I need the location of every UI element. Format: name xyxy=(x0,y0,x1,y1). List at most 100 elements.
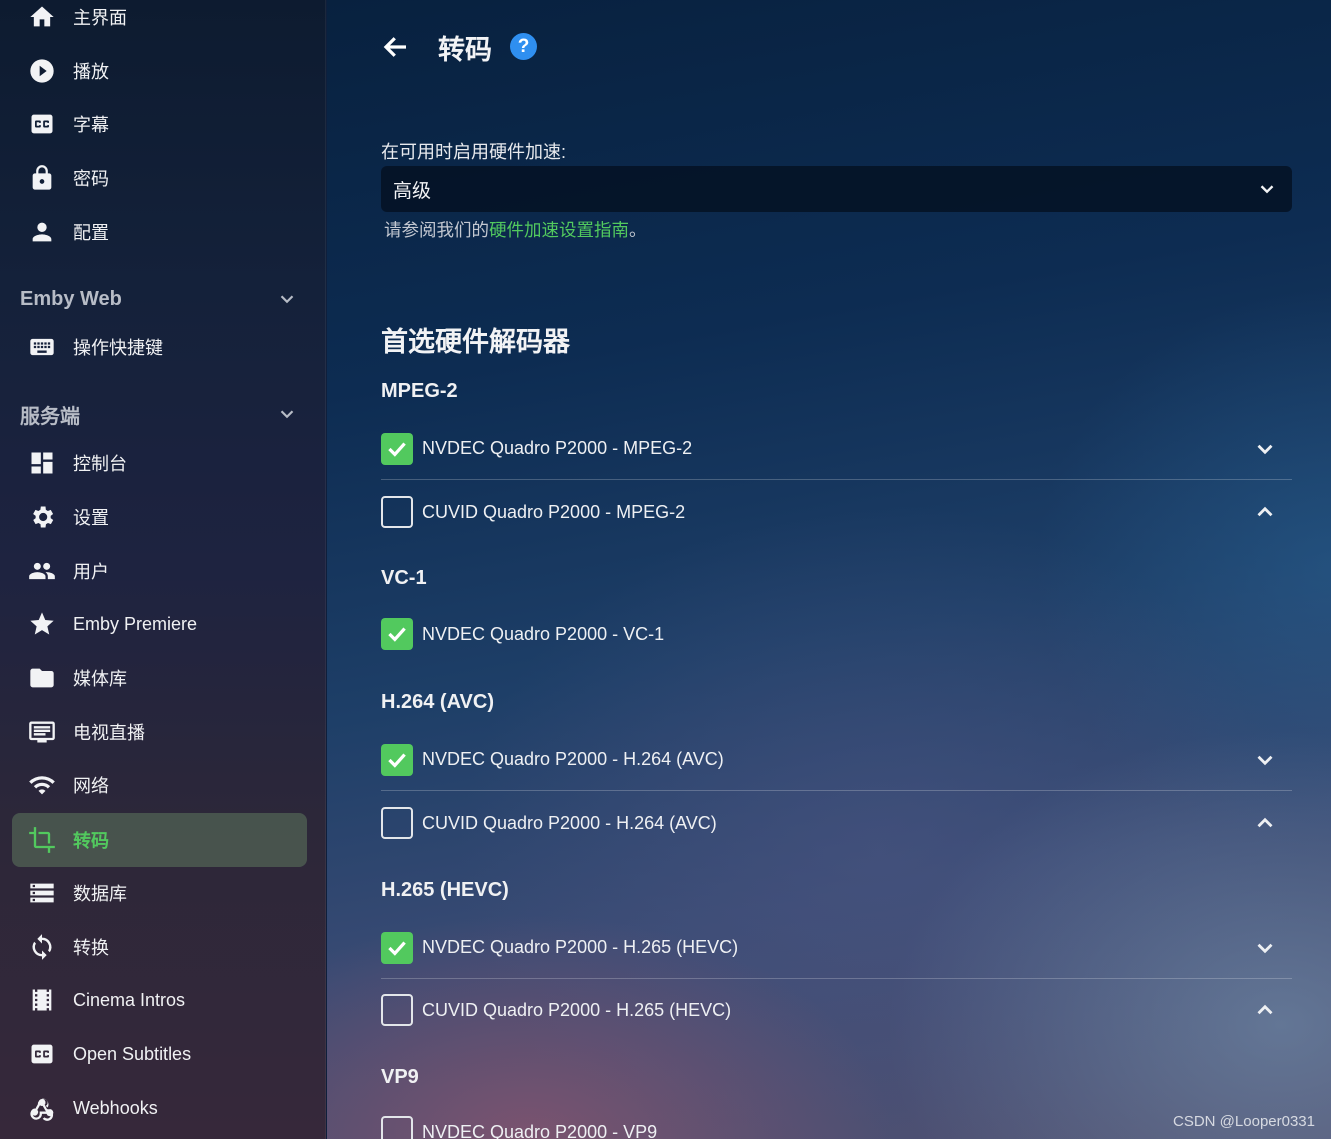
sidebar-item-transcoding[interactable]: 转码 xyxy=(12,813,307,867)
sidebar-item-label: 媒体库 xyxy=(73,669,127,689)
codec-title: MPEG-2 xyxy=(381,380,458,402)
database-icon xyxy=(27,878,57,908)
sidebar-item-home[interactable]: 主界面 xyxy=(12,0,307,44)
sidebar-item-open-subtitles[interactable]: Open Subtitles xyxy=(12,1027,307,1081)
decoder-checkbox[interactable] xyxy=(381,1116,413,1139)
chevron-down-icon xyxy=(280,410,294,419)
sidebar-item-password[interactable]: 密码 xyxy=(12,151,307,205)
sidebar-item-subtitles[interactable]: 字幕 xyxy=(12,97,307,151)
check-icon xyxy=(388,940,406,956)
decoder-row: NVDEC Quadro P2000 - VC-1 xyxy=(381,603,1292,665)
chevron-up-icon xyxy=(1257,1004,1273,1015)
hw-accel-label: 在可用时启用硬件加速: xyxy=(381,142,566,162)
sidebar-item-users[interactable]: 用户 xyxy=(12,544,307,598)
sidebar-item-database[interactable]: 数据库 xyxy=(12,866,307,920)
sidebar-item-label: 用户 xyxy=(73,562,109,582)
sidebar-item-profile[interactable]: 配置 xyxy=(12,205,307,259)
check-icon xyxy=(388,441,406,457)
decoder-checkbox[interactable] xyxy=(381,807,413,839)
person-icon xyxy=(27,217,57,247)
move-up-button[interactable] xyxy=(1252,810,1278,836)
gear-icon xyxy=(27,502,57,532)
chevron-down-icon xyxy=(280,295,294,304)
sidebar-item-network[interactable]: 网络 xyxy=(12,758,307,812)
page-title: 转码 xyxy=(438,35,492,65)
live-tv-icon xyxy=(27,717,57,747)
back-button[interactable] xyxy=(381,32,411,62)
chevron-down-icon xyxy=(1257,943,1273,953)
sidebar-item-playback[interactable]: 播放 xyxy=(12,44,307,98)
wifi-icon xyxy=(27,770,57,800)
codec-title: VP9 xyxy=(381,1066,419,1088)
decoder-label: NVDEC Quadro P2000 - VP9 xyxy=(422,1121,658,1139)
chevron-down-icon xyxy=(1260,185,1274,194)
section-title: Emby Web xyxy=(20,287,122,310)
section-server[interactable]: 服务端 xyxy=(20,399,310,429)
sync-icon xyxy=(27,932,57,962)
decoder-checkbox[interactable] xyxy=(381,743,413,776)
lock-icon xyxy=(27,163,57,193)
star-icon xyxy=(27,609,57,639)
decoder-row: NVDEC Quadro P2000 - H.265 (HEVC) xyxy=(381,917,1292,979)
move-down-button[interactable] xyxy=(1252,436,1278,462)
chevron-down-icon xyxy=(1257,755,1273,765)
decoder-row: CUVID Quadro P2000 - MPEG-2 xyxy=(381,481,1292,543)
decoder-row: CUVID Quadro P2000 - H.265 (HEVC) xyxy=(381,979,1292,1041)
sidebar-item-label: 转换 xyxy=(73,938,109,958)
sidebar-item-premiere[interactable]: Emby Premiere xyxy=(12,597,307,651)
sidebar-item-label: 操作快捷键 xyxy=(73,338,163,358)
sidebar-item-label: 控制台 xyxy=(73,454,127,474)
help-icon[interactable]: ? xyxy=(510,33,537,60)
sidebar-item-settings[interactable]: 设置 xyxy=(12,490,307,544)
decoder-label: NVDEC Quadro P2000 - MPEG-2 xyxy=(422,438,693,458)
check-icon xyxy=(388,752,406,768)
codec-title: VC-1 xyxy=(381,567,427,589)
sidebar-item-label: 设置 xyxy=(73,508,109,528)
hint-text: 。 xyxy=(629,220,647,240)
hint-text: 请参阅我们的 xyxy=(384,220,489,240)
move-up-button[interactable] xyxy=(1252,997,1278,1023)
move-up-button[interactable] xyxy=(1252,499,1278,525)
sidebar-item-label: Emby Premiere xyxy=(73,613,198,634)
decoder-checkbox[interactable] xyxy=(381,496,413,528)
check-icon xyxy=(388,627,406,642)
decoder-checkbox[interactable] xyxy=(381,432,413,465)
chevron-down-icon xyxy=(1257,444,1273,454)
sidebar-item-label: 电视直播 xyxy=(73,723,145,743)
main-content: 转码 ? 在可用时启用硬件加速: 高级 请参阅我们的硬件加速设置指南。 首选硬件… xyxy=(327,0,1331,1139)
decoder-checkbox[interactable] xyxy=(381,931,413,964)
sidebar-item-conversion[interactable]: 转换 xyxy=(12,920,307,974)
move-down-button[interactable] xyxy=(1252,935,1278,961)
decoder-label: CUVID Quadro P2000 - H.265 (HEVC) xyxy=(422,999,732,1020)
users-icon xyxy=(27,556,57,586)
decoder-checkbox[interactable] xyxy=(381,618,413,650)
sidebar-item-live-tv[interactable]: 电视直播 xyxy=(12,705,307,759)
dashboard-icon xyxy=(27,448,57,478)
sidebar-item-label: Webhooks xyxy=(73,1097,158,1118)
sidebar-item-label: 字幕 xyxy=(73,115,109,135)
cc-icon xyxy=(27,109,57,139)
hw-accel-select[interactable]: 高级 xyxy=(381,166,1292,212)
hw-accel-hint: 请参阅我们的硬件加速设置指南。 xyxy=(384,217,647,242)
folder-icon xyxy=(27,663,57,693)
sidebar-item-label: 转码 xyxy=(73,831,109,851)
decoder-checkbox[interactable] xyxy=(381,994,413,1026)
codec-title: H.264 (AVC) xyxy=(381,691,494,713)
home-icon xyxy=(27,2,57,32)
sidebar-item-shortcuts[interactable]: 操作快捷键 xyxy=(12,320,307,374)
hw-accel-guide-link[interactable]: 硬件加速设置指南 xyxy=(489,220,629,240)
sidebar-item-label: 网络 xyxy=(73,776,109,796)
move-down-button[interactable] xyxy=(1252,747,1278,773)
keyboard-icon xyxy=(27,332,57,362)
sidebar-item-dashboard[interactable]: 控制台 xyxy=(12,436,307,490)
chevron-up-icon xyxy=(1257,506,1273,517)
decoder-row: NVDEC Quadro P2000 - H.264 (AVC) xyxy=(381,729,1292,791)
decoder-label: NVDEC Quadro P2000 - VC-1 xyxy=(422,623,665,644)
sidebar-item-label: Open Subtitles xyxy=(73,1043,192,1064)
section-emby-web[interactable]: Emby Web xyxy=(20,284,310,314)
sidebar-item-cinema-intros[interactable]: Cinema Intros xyxy=(12,973,307,1027)
sidebar-item-library[interactable]: 媒体库 xyxy=(12,651,307,705)
sidebar-item-label: 配置 xyxy=(73,223,109,243)
sidebar-item-webhooks[interactable]: Webhooks xyxy=(12,1081,307,1135)
film-icon xyxy=(27,985,57,1015)
